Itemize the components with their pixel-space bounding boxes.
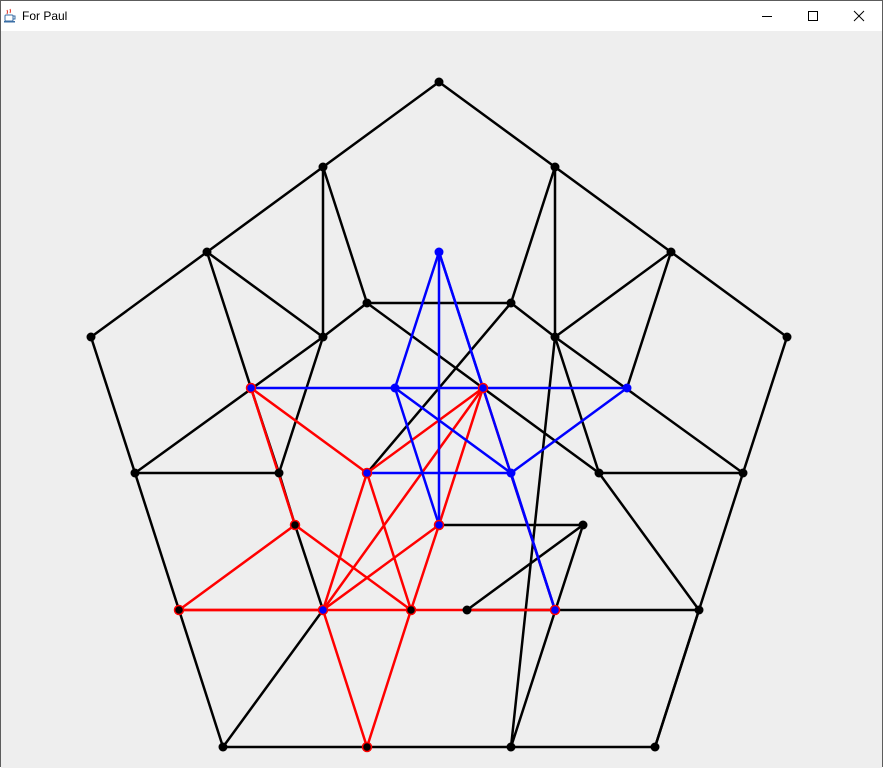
red-edge <box>249 386 369 475</box>
black-edge <box>553 335 745 475</box>
vertex-dot <box>274 468 284 478</box>
black-edge <box>553 335 601 475</box>
vertex-dot <box>318 332 328 342</box>
vertex-dot <box>434 247 444 257</box>
black-edge <box>321 165 369 305</box>
red-edge <box>321 608 369 749</box>
vertex-dot <box>173 604 185 616</box>
vertex-dot <box>405 604 417 616</box>
vertex-dot <box>738 468 748 478</box>
vertex-dot <box>361 467 373 479</box>
window-controls <box>744 1 882 31</box>
vertex-dot <box>666 247 676 257</box>
maximize-icon <box>808 11 818 21</box>
drawing-canvas <box>1 32 882 768</box>
red-edge <box>365 608 413 749</box>
vertex-dot <box>506 468 516 478</box>
black-edge <box>625 250 673 390</box>
vertex-dot <box>130 468 140 478</box>
black-edge <box>221 608 325 749</box>
black-edge <box>205 250 253 390</box>
black-edge <box>205 165 325 254</box>
red-edge <box>321 523 441 612</box>
vertex-dot <box>462 605 472 615</box>
vertex-dot <box>390 383 400 393</box>
vertex-dot <box>550 332 560 342</box>
vertex-dot <box>86 332 96 342</box>
minimize-button[interactable] <box>744 1 790 31</box>
window-title: For Paul <box>22 9 68 23</box>
red-edge <box>249 386 297 527</box>
vertex-dot <box>594 468 604 478</box>
vertex-dot <box>578 520 588 530</box>
vertex-dot <box>202 247 212 257</box>
maximize-button[interactable] <box>790 1 836 31</box>
vertex-dot <box>550 162 560 172</box>
vertex-dot <box>289 519 301 531</box>
red-edge <box>321 386 485 612</box>
vertex-dot <box>782 332 792 342</box>
black-edge <box>133 335 325 475</box>
red-edge <box>365 386 485 475</box>
blue-edge <box>393 250 441 390</box>
close-icon <box>853 10 865 22</box>
app-window: For Paul <box>0 0 883 768</box>
vertex-dot <box>506 742 516 752</box>
vertex-dot <box>506 298 516 308</box>
close-button[interactable] <box>836 1 882 31</box>
black-edge <box>597 471 701 612</box>
black-edge <box>277 335 325 475</box>
black-edge <box>741 335 789 475</box>
black-edge <box>321 301 369 339</box>
pentagon-star-figure <box>86 77 792 753</box>
vertex-dot <box>650 742 660 752</box>
vertex-dot <box>549 604 561 616</box>
black-edge <box>293 523 325 612</box>
vertex-dot <box>694 605 704 615</box>
red-edge <box>409 523 441 612</box>
vertex-dot <box>361 741 373 753</box>
minimize-icon <box>762 16 772 17</box>
vertex-dot <box>622 383 632 393</box>
vertex-dot <box>434 77 444 87</box>
black-edge <box>669 250 789 339</box>
vertex-dot <box>477 382 489 394</box>
black-edge <box>89 250 209 339</box>
black-edge <box>553 250 673 339</box>
black-edge <box>465 523 585 612</box>
red-edge <box>293 523 413 612</box>
title-bar[interactable]: For Paul <box>1 1 882 31</box>
red-edge <box>321 471 369 612</box>
blue-edge <box>437 250 557 612</box>
vertex-dot <box>218 742 228 752</box>
black-edge <box>89 335 137 475</box>
vertex-dot <box>318 162 328 172</box>
black-edge <box>509 165 557 305</box>
black-edge <box>509 301 557 339</box>
black-edge <box>653 608 701 749</box>
red-edge <box>437 386 485 527</box>
blue-edge <box>393 386 513 475</box>
black-edge <box>437 80 557 169</box>
vertex-dot <box>245 382 257 394</box>
vertex-dot <box>362 298 372 308</box>
red-edge <box>177 523 297 612</box>
black-edge <box>321 80 441 169</box>
blue-edge <box>509 386 629 475</box>
black-edge <box>553 165 673 254</box>
java-cup-icon <box>2 8 18 24</box>
vertex-dot <box>317 604 329 616</box>
black-edge <box>205 250 325 339</box>
vertex-dot <box>433 519 445 531</box>
